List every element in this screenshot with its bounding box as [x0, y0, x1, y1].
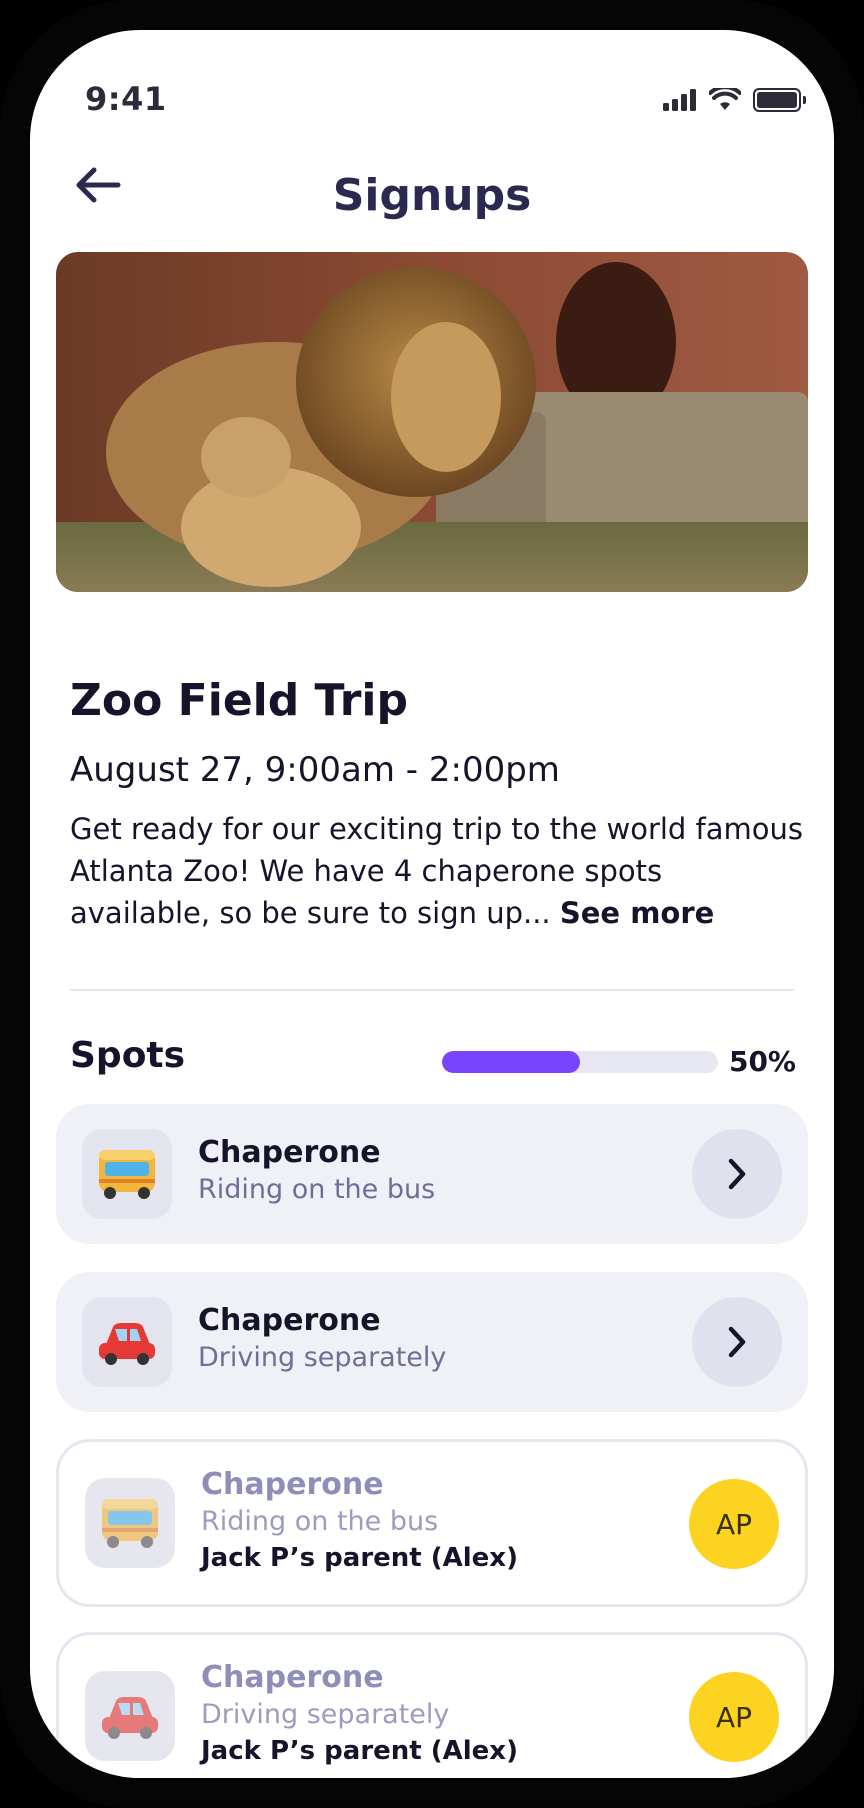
spot-title: Chaperone	[201, 1660, 384, 1695]
status-icons	[663, 86, 806, 114]
open-spot-button[interactable]	[692, 1297, 782, 1387]
spots-progress-bar	[442, 1051, 718, 1073]
phone-frame: 9:41 Signups Zoo Field Trip August 27, 9…	[0, 0, 864, 1808]
event-description: Get ready for our exciting trip to the w…	[70, 808, 810, 934]
spot-card-car-open[interactable]: Chaperone Driving separately	[56, 1272, 808, 1412]
wifi-icon	[709, 88, 741, 110]
bus-icon	[82, 1129, 172, 1219]
event-image	[56, 252, 808, 592]
chevron-right-icon	[728, 1326, 746, 1358]
spot-subtitle: Driving separately	[198, 1342, 447, 1373]
battery-icon	[753, 88, 801, 112]
event-date: August 27, 9:00am - 2:00pm	[70, 750, 560, 790]
event-title: Zoo Field Trip	[70, 675, 409, 726]
chevron-right-icon	[728, 1158, 746, 1190]
card-text: Chaperone Riding on the bus	[198, 1134, 435, 1208]
spot-card-bus-filled: Chaperone Riding on the bus Jack P’s par…	[56, 1439, 808, 1607]
progress-percent: 50%	[728, 1045, 796, 1078]
spot-subtitle: Driving separately	[201, 1699, 450, 1730]
card-text: Chaperone Riding on the bus Jack P’s par…	[201, 1466, 518, 1576]
car-icon	[82, 1297, 172, 1387]
bus-icon	[85, 1478, 175, 1568]
car-icon	[85, 1671, 175, 1761]
spot-assignee: Jack P’s parent (Alex)	[201, 1543, 518, 1573]
battery-tip	[803, 96, 806, 104]
spot-subtitle: Riding on the bus	[198, 1174, 436, 1205]
open-spot-button[interactable]	[692, 1129, 782, 1219]
spot-card-car-filled: Chaperone Driving separately Jack P’s pa…	[56, 1632, 808, 1778]
spot-subtitle: Riding on the bus	[201, 1506, 439, 1537]
card-text: Chaperone Driving separately	[198, 1302, 446, 1376]
spot-assignee: Jack P’s parent (Alex)	[201, 1736, 518, 1766]
status-time: 9:41	[85, 80, 167, 118]
spot-title: Chaperone	[198, 1135, 381, 1170]
avatar: AP	[689, 1479, 779, 1569]
spot-title: Chaperone	[201, 1467, 384, 1502]
spot-card-bus-open[interactable]: Chaperone Riding on the bus	[56, 1104, 808, 1244]
app-screen: 9:41 Signups Zoo Field Trip August 27, 9…	[30, 30, 834, 1778]
page-title: Signups	[332, 170, 532, 221]
card-text: Chaperone Driving separately Jack P’s pa…	[201, 1659, 518, 1769]
divider	[70, 989, 794, 991]
signal-icon	[663, 89, 696, 111]
spot-title: Chaperone	[198, 1303, 381, 1338]
progress-fill	[442, 1051, 580, 1073]
see-more-link[interactable]: See more	[560, 896, 714, 930]
avatar: AP	[689, 1672, 779, 1762]
spots-heading: Spots	[70, 1035, 186, 1076]
